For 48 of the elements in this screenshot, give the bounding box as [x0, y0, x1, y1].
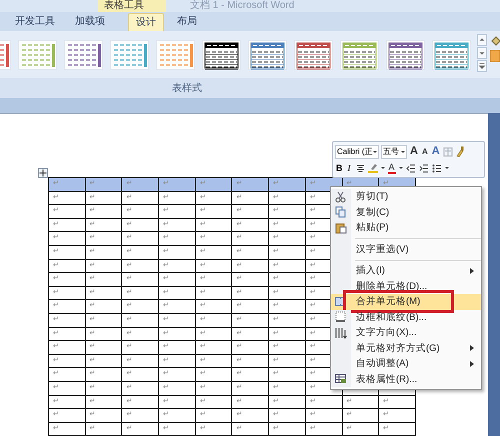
center-align-icon[interactable]	[356, 164, 364, 172]
table-style-thumbnail[interactable]	[64, 40, 103, 70]
table-style-thumbnail[interactable]	[18, 40, 57, 70]
bullets-icon[interactable]	[432, 164, 442, 172]
caret-icon[interactable]	[401, 150, 405, 154]
table-style-thumbnail[interactable]	[202, 40, 241, 70]
table-style-thumbnail[interactable]	[386, 40, 425, 70]
font-size: 五号	[383, 148, 399, 156]
font-dropdown[interactable]: Calibri (正	[335, 144, 379, 158]
text-direction-icon[interactable]	[335, 326, 347, 339]
caret-icon[interactable]	[444, 166, 448, 170]
shrink-font-button[interactable]: A	[420, 144, 429, 158]
table-style-thumbnail[interactable]	[248, 40, 287, 70]
borders-icon[interactable]	[335, 311, 347, 324]
scroll-down-icon[interactable]	[477, 47, 487, 59]
clipboard-icon[interactable]	[335, 222, 347, 234]
caret-icon[interactable]	[373, 150, 377, 154]
font-size-dropdown[interactable]: 五号	[381, 144, 407, 158]
decrease-indent-icon[interactable]	[406, 164, 416, 172]
table-style-thumbnail[interactable]	[156, 40, 195, 70]
context-tab-label: 表格工具	[104, 1, 144, 11]
caret-icon[interactable]	[380, 166, 384, 170]
font-color-button[interactable]: A	[388, 162, 396, 174]
scissors-icon[interactable]	[335, 190, 347, 203]
caret-icon[interactable]	[398, 166, 402, 170]
table-style-thumbnail[interactable]	[340, 40, 379, 70]
copy-icon[interactable]	[335, 206, 347, 218]
table-style-thumbnail[interactable]	[432, 40, 471, 70]
scroll-up-icon[interactable]	[477, 34, 487, 46]
increase-indent-icon[interactable]	[418, 164, 428, 172]
ribbon-tab[interactable]: 加载项	[68, 13, 112, 31]
table-properties-icon[interactable]	[335, 373, 347, 386]
styles-button[interactable]: A	[430, 144, 441, 158]
ribbon-tab[interactable]: 开发工具	[8, 13, 62, 31]
table-move-handle-icon[interactable]	[38, 168, 48, 178]
ribbon-tab[interactable]: 设计	[128, 13, 164, 31]
ribbon-tab[interactable]: 布局	[170, 13, 204, 31]
italic-button[interactable]: I	[346, 164, 352, 172]
more-icon[interactable]	[477, 60, 487, 72]
table-style-thumbnail[interactable]	[294, 40, 333, 70]
grow-font-button[interactable]: A	[409, 144, 419, 158]
brush-icon[interactable]	[454, 146, 464, 157]
font-name: Calibri (正	[337, 148, 373, 156]
bold-button[interactable]: B	[336, 164, 342, 172]
table-style-thumbnail[interactable]	[110, 40, 149, 70]
group-label: 表样式	[172, 82, 202, 96]
menu-item[interactable]: 插入(I)	[331, 263, 481, 278]
paint-bucket-icon[interactable]	[491, 35, 500, 47]
